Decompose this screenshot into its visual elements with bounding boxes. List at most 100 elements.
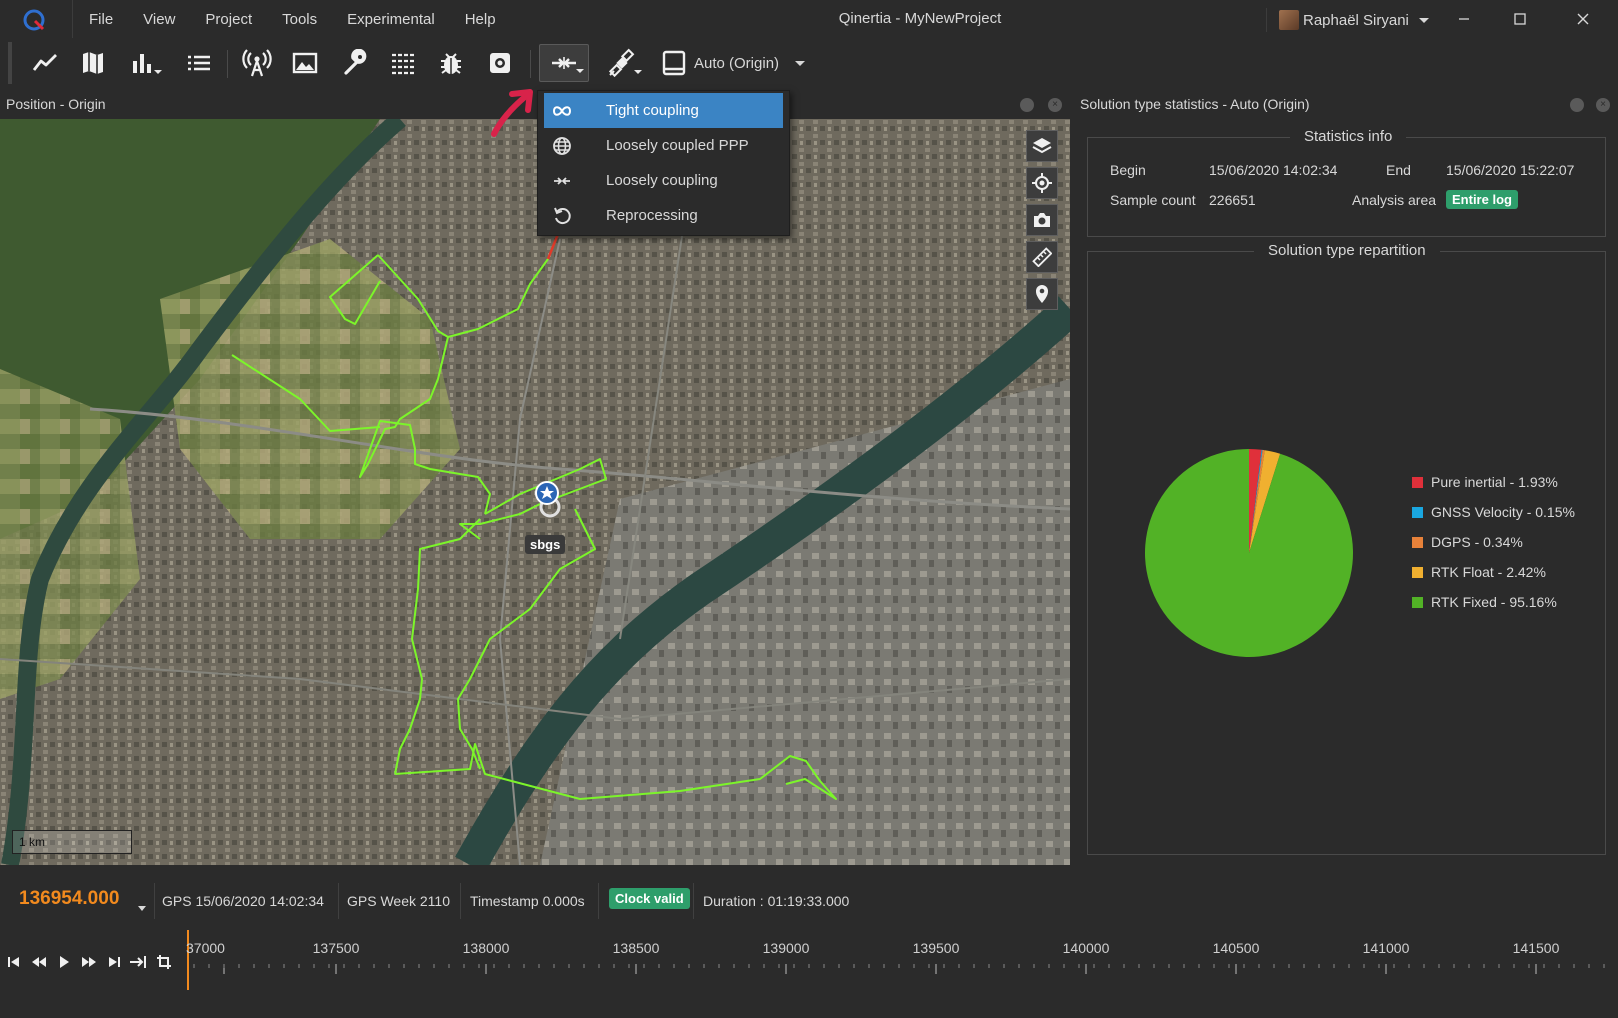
fast-forward-icon — [82, 957, 96, 967]
timeline-tick-label: 139500 — [913, 940, 960, 956]
legend-item[interactable]: RTK Float - 2.42% — [1412, 562, 1546, 582]
minimize-button[interactable] — [1440, 0, 1488, 38]
legend-item[interactable]: Pure inertial - 1.93% — [1412, 472, 1558, 492]
rewind-button[interactable] — [29, 952, 49, 972]
menu-item-loosely-coupling[interactable]: Loosely coupling — [544, 163, 783, 198]
legend-label: GNSS Velocity - 0.15% — [1431, 504, 1575, 520]
bug-icon — [441, 53, 461, 74]
skip-start-button[interactable] — [4, 952, 24, 972]
line-chart-icon — [32, 54, 57, 71]
map-marker-icon[interactable] — [530, 479, 570, 523]
menu-bar: File View Project Tools Experimental Hel… — [72, 0, 526, 38]
camera-icon — [1034, 213, 1050, 227]
timeline-tick-label: 140500 — [1213, 940, 1260, 956]
panel-close-icon[interactable]: × — [1596, 98, 1610, 112]
map-button[interactable] — [74, 44, 112, 82]
current-time-value[interactable]: 136954.000 — [19, 888, 119, 910]
image-button[interactable] — [286, 44, 324, 82]
panel-pin-icon[interactable] — [1020, 98, 1034, 112]
clock-status-badge: Clock valid — [609, 888, 690, 909]
line-chart-button[interactable] — [26, 44, 64, 82]
menu-item-reprocessing[interactable]: Reprocessing — [544, 198, 783, 233]
settings-button[interactable] — [481, 44, 519, 82]
menu-file[interactable]: File — [89, 11, 113, 28]
reprocess-icon — [554, 207, 571, 224]
gnss-antenna-button[interactable] — [238, 44, 276, 82]
antenna-icon — [242, 49, 272, 77]
map-icon — [83, 52, 103, 74]
chevron-down-icon[interactable] — [138, 906, 146, 911]
analysis-area-badge[interactable]: Entire log — [1446, 190, 1518, 209]
timeline-tick-label: 141000 — [1363, 940, 1410, 956]
timeline-tick-label: 138000 — [463, 940, 510, 956]
menu-view[interactable]: View — [143, 11, 175, 28]
solution-selector[interactable]: Auto (Origin) — [662, 44, 806, 82]
locate-button[interactable] — [1026, 167, 1058, 199]
window-title: Qinertia - MyNewProject — [838, 10, 1002, 27]
processing-mode-button[interactable] — [539, 44, 589, 82]
legend-swatch — [1412, 596, 1423, 608]
fast-forward-button[interactable] — [79, 952, 99, 972]
crop-button[interactable] — [154, 952, 174, 972]
panel-close-icon[interactable]: × — [1048, 98, 1062, 112]
play-icon — [60, 956, 69, 968]
legend-swatch — [1412, 566, 1423, 578]
close-button[interactable] — [1559, 0, 1607, 38]
debug-button[interactable] — [432, 44, 470, 82]
solution-selector-label: Auto (Origin) — [694, 54, 780, 72]
pie-slice-rtk-fixed[interactable] — [1145, 449, 1353, 657]
toolbar-grip[interactable] — [8, 42, 12, 84]
statistics-info-box — [1087, 137, 1606, 237]
status-separator — [598, 883, 599, 919]
follow-button[interactable] — [128, 952, 148, 972]
layers-icon — [1032, 138, 1052, 154]
list-button[interactable] — [180, 44, 218, 82]
analysis-area-label: Analysis area — [1352, 192, 1437, 208]
maximize-button[interactable] — [1496, 0, 1544, 38]
legend-item[interactable]: RTK Fixed - 95.16% — [1412, 592, 1557, 612]
globe-icon — [553, 136, 571, 155]
menu-project[interactable]: Project — [205, 11, 252, 28]
menu-item-tight-coupling[interactable]: Tight coupling — [544, 93, 783, 128]
screenshot-button[interactable] — [1026, 204, 1058, 236]
satellite-button[interactable] — [598, 44, 646, 82]
tools-button[interactable] — [335, 44, 373, 82]
menu-help[interactable]: Help — [465, 11, 496, 28]
menu-item-loosely-coupled-ppp[interactable]: Loosely coupled PPP — [544, 128, 783, 163]
title-bar: File View Project Tools Experimental Hel… — [0, 0, 1618, 38]
menu-item-label: Loosely coupling — [606, 172, 718, 189]
legend-swatch — [1412, 536, 1423, 548]
gps-time: GPS 15/06/2020 14:02:34 — [162, 893, 324, 909]
chevron-down-icon — [576, 69, 584, 73]
bookmark-icon — [662, 50, 686, 76]
menu-experimental[interactable]: Experimental — [347, 11, 435, 28]
toolbar — [0, 38, 1618, 88]
toolbar-separator — [530, 50, 531, 78]
map-marker-label: sbgs — [525, 535, 566, 554]
layers-button[interactable] — [1026, 130, 1058, 162]
skip-start-icon — [8, 957, 19, 967]
timeline-tick-label: 138500 — [613, 940, 660, 956]
avatar — [1279, 10, 1299, 30]
legend-item[interactable]: GNSS Velocity - 0.15% — [1412, 502, 1575, 522]
add-marker-button[interactable] — [1026, 278, 1058, 310]
timeline-button[interactable] — [384, 44, 422, 82]
play-button[interactable] — [54, 952, 74, 972]
statistics-info-title: Statistics info — [1290, 128, 1407, 145]
menu-item-label: Tight coupling — [606, 102, 699, 119]
measure-button[interactable] — [1026, 241, 1058, 273]
user-menu[interactable]: Raphaël Siryani — [1266, 8, 1429, 32]
menu-tools[interactable]: Tools — [282, 11, 317, 28]
app-logo-icon[interactable] — [22, 8, 46, 32]
timeline-ruler[interactable]: 37000 137500 138000 138500 139000 139500 14000… — [186, 930, 1618, 1018]
bar-chart-button[interactable] — [124, 44, 162, 82]
legend-item[interactable]: DGPS - 0.34% — [1412, 532, 1523, 552]
map-view[interactable]: sbgs — [0, 119, 1070, 865]
begin-label: Begin — [1110, 162, 1146, 178]
chevron-down-icon — [634, 70, 642, 74]
status-separator — [693, 883, 694, 919]
end-value: 15/06/2020 15:22:07 — [1446, 162, 1575, 178]
panel-pin-icon[interactable] — [1570, 98, 1584, 112]
rewind-icon — [32, 957, 46, 967]
skip-end-button[interactable] — [104, 952, 124, 972]
